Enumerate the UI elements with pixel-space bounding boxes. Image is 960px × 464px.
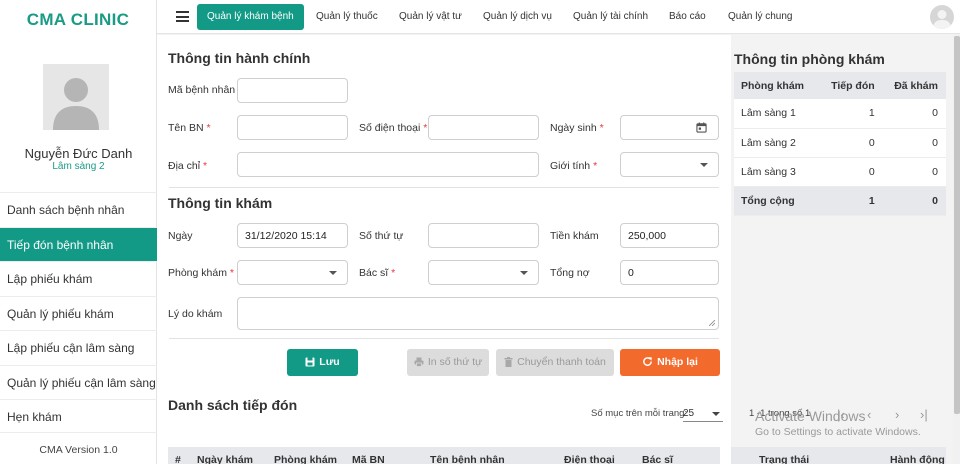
table-row: Lâm sàng 3 0 0 [734,157,946,187]
column-exam-room[interactable]: Phòng khám [274,454,337,464]
exam-reason-textarea[interactable] [237,297,719,330]
hamburger-menu-icon[interactable] [176,11,189,22]
tab-exam-management[interactable]: Quản lý khám bệnh [197,4,304,30]
reception-form-panel: Thông tin hành chính Mã bệnh nhân Tên BN… [157,35,928,464]
print-queue-number-button[interactable]: In số thứ tự [407,349,489,376]
dob-label: Ngày sinh * [550,122,604,134]
doctor-select[interactable] [428,260,539,285]
sidebar-item-manage-exam-forms[interactable]: Quản lý phiếu khám [0,295,157,331]
admin-section-title: Thông tin hành chính [168,50,311,66]
doctor-label: Bác sĩ * [359,267,396,279]
column-doctor[interactable]: Bác sĩ [642,454,673,464]
exam-date-input[interactable] [237,223,348,248]
avatar [43,64,109,130]
sidebar-item-create-exam-form[interactable]: Lập phiếu khám [0,261,157,296]
activate-windows-watermark: Activate Windows Go to Settings to activ… [755,408,921,438]
sidebar-item-manage-paraclinical-forms[interactable]: Quản lý phiếu cận lâm sàng [0,364,157,400]
exam-reason-label: Lý do khám [168,308,223,320]
exam-room-select[interactable] [237,260,348,285]
queue-number-input[interactable] [428,223,539,248]
tab-medicine-management[interactable]: Quản lý thuốc [316,4,378,30]
examined-column-header: Đã khám [882,72,946,99]
rows-per-page-label: Số mục trên mỗi trang: [591,408,688,419]
room-info-title: Thông tin phòng khám [734,51,885,67]
tab-reports[interactable]: Báo cáo [669,4,706,30]
exam-room-label: Phòng khám * [168,267,234,279]
column-exam-date[interactable]: Ngày khám [197,454,253,464]
column-phone[interactable]: Điện thoại [564,454,615,464]
patient-id-label: Mã bệnh nhân [168,84,236,96]
section-divider [169,187,719,188]
column-index: # [175,454,181,464]
tab-service-management[interactable]: Quản lý dịch vụ [483,4,552,30]
exam-fee-label: Tiền khám [550,230,599,242]
column-patient-id[interactable]: Mã BN [352,454,385,464]
column-actions: Hành động [890,454,945,464]
room-column-header: Phòng khám [734,72,820,99]
address-input[interactable] [237,152,539,177]
sidebar-menu: Danh sách bệnh nhân Tiếp đón bệnh nhân L… [0,192,157,434]
patient-name-label: Tên BN * [168,122,211,134]
reset-button[interactable]: Nhập lại [620,349,720,376]
sidebar: CMA CLINIC Nguyễn Đức Danh Lâm sàng 2 Da… [0,0,157,464]
address-label: Địa chỉ * [168,160,208,172]
sidebar-item-create-paraclinical-form[interactable]: Lập phiếu cận lâm sàng [0,330,157,365]
sidebar-item-patient-list[interactable]: Danh sách bệnh nhân [0,192,157,227]
transfer-payment-button[interactable]: Chuyển thanh toán [496,349,614,376]
tab-general-management[interactable]: Quản lý chung [728,4,793,30]
version-label: CMA Version 1.0 [0,432,157,464]
button-divider [169,338,719,339]
printer-icon [414,357,424,367]
total-debt-label: Tổng nợ [550,267,590,279]
exam-section-title: Thông tin khám [168,195,273,211]
rows-per-page-select[interactable]: 25 [683,406,723,422]
reception-table-header-extension: Trạng thái Hành động [731,447,946,464]
floppy-disk-icon [305,357,315,367]
user-room: Lâm sàng 2 [52,161,105,172]
brand-logo[interactable]: CMA CLINIC [0,0,156,40]
trash-icon [504,357,513,367]
user-name: Nguyễn Đức Danh [24,146,133,161]
patient-name-input[interactable] [237,115,348,140]
queue-number-label: Số thứ tự [359,230,404,242]
column-status[interactable]: Trạng thái [759,454,809,464]
tab-finance-management[interactable]: Quản lý tài chính [573,4,648,30]
page-scrollbar-thumb[interactable] [954,36,960,414]
calendar-icon[interactable] [696,122,707,133]
reception-list-title: Danh sách tiếp đón [168,397,298,413]
reception-table-header: # Ngày khám Phòng khám Mã BN Tên bệnh nh… [168,447,720,464]
account-avatar-icon[interactable] [930,5,954,29]
table-row: Lâm sàng 2 0 0 [734,128,946,158]
gender-select[interactable] [620,152,719,177]
total-debt-input[interactable] [620,260,719,285]
room-info-table: Phòng khám Tiếp đón Đã khám Lâm sàng 1 1… [734,72,946,216]
save-button[interactable]: Lưu [287,349,358,376]
column-patient-name[interactable]: Tên bệnh nhân [430,454,505,464]
received-column-header: Tiếp đón [819,72,883,99]
dob-input[interactable] [620,115,719,140]
user-avatar-icon [43,64,109,130]
exam-date-label: Ngày [168,230,193,242]
table-row: Lâm sàng 1 1 0 [734,99,946,129]
refresh-icon [643,357,652,366]
sidebar-item-appointments[interactable]: Hẹn khám [0,399,157,434]
last-page-icon[interactable]: ›| [920,407,928,422]
sidebar-item-patient-reception[interactable]: Tiếp đón bệnh nhân [0,226,157,261]
exam-fee-input[interactable] [620,223,719,248]
tab-supplies-management[interactable]: Quản lý vật tư [399,4,462,30]
table-total-row: Tổng cộng 1 0 [734,186,946,216]
gender-label: Giới tính * [550,160,598,172]
phone-input[interactable] [428,115,539,140]
top-navigation: Quản lý khám bệnh Quản lý thuốc Quản lý … [157,0,960,34]
resize-handle-icon[interactable] [709,320,715,326]
patient-id-input[interactable] [237,78,348,103]
phone-label: Số điện thoại * [359,122,428,134]
